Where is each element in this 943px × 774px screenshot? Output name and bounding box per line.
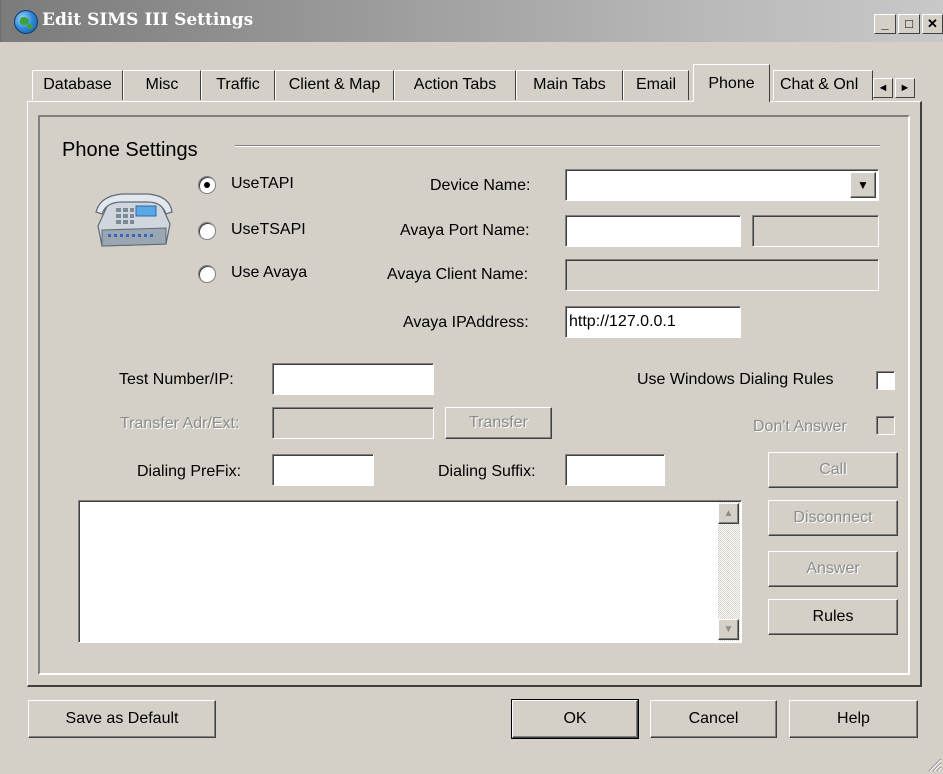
radio-use-tapi-label: UseTAPI xyxy=(231,175,294,192)
dialing-suffix-label: Dialing Suffix: xyxy=(438,463,536,480)
tab-email[interactable]: Email xyxy=(623,70,689,100)
dialing-prefix-input[interactable] xyxy=(272,454,374,486)
phone-log-textarea[interactable] xyxy=(78,500,742,643)
transfer-adr-label: Transfer Adr/Ext: xyxy=(120,415,240,432)
phone-log-text xyxy=(79,501,741,509)
test-number-label: Test Number/IP: xyxy=(119,371,234,388)
use-windows-dialing-rules-label: Use Windows Dialing Rules xyxy=(637,371,834,388)
tab-database[interactable]: Database xyxy=(32,70,123,100)
tab-chat-online[interactable]: Chat & Onl xyxy=(773,70,873,100)
help-button[interactable]: Help xyxy=(789,700,918,738)
transfer-button[interactable]: Transfer xyxy=(445,407,552,439)
dialing-prefix-label: Dialing PreFix: xyxy=(137,463,242,480)
test-number-input[interactable] xyxy=(272,363,434,395)
dont-answer-label: Don't Answer xyxy=(753,418,847,435)
scroll-down-icon[interactable]: ▼ xyxy=(718,619,739,640)
call-button[interactable]: Call xyxy=(768,452,898,488)
minimize-button[interactable]: _ xyxy=(874,14,896,34)
radio-use-avaya[interactable] xyxy=(198,265,216,283)
ok-button[interactable]: OK xyxy=(511,699,639,739)
chevron-down-icon[interactable]: ▼ xyxy=(850,172,876,198)
radio-use-tsapi[interactable] xyxy=(198,222,216,240)
tab-phone[interactable]: Phone xyxy=(693,64,770,102)
avaya-port-status-field xyxy=(752,215,879,247)
rules-button[interactable]: Rules xyxy=(768,599,898,635)
group-divider xyxy=(235,145,880,147)
tab-action-tabs[interactable]: Action Tabs xyxy=(394,70,516,100)
dont-answer-checkbox[interactable] xyxy=(876,416,895,435)
avaya-port-name-input[interactable] xyxy=(565,215,741,247)
cancel-button[interactable]: Cancel xyxy=(650,700,777,738)
avaya-client-name-input[interactable] xyxy=(565,259,879,291)
tab-scroll-right-button[interactable]: ► xyxy=(895,78,915,98)
maximize-button[interactable]: □ xyxy=(898,14,920,34)
use-windows-dialing-rules-checkbox[interactable] xyxy=(876,371,895,390)
desk-phone-icon xyxy=(95,193,173,247)
answer-button[interactable]: Answer xyxy=(768,551,898,587)
disconnect-button[interactable]: Disconnect xyxy=(768,500,898,536)
transfer-adr-input[interactable] xyxy=(272,407,434,439)
avaya-ip-input[interactable]: http://127.0.0.1 xyxy=(565,306,741,338)
tab-scroll-left-button[interactable]: ◄ xyxy=(873,78,893,98)
resize-grip-icon[interactable] xyxy=(926,756,942,772)
tab-main-tabs[interactable]: Main Tabs xyxy=(516,70,623,100)
device-name-label: Device Name: xyxy=(430,177,531,194)
avaya-ip-label: Avaya IPAddress: xyxy=(403,314,529,331)
group-title: Phone Settings xyxy=(62,139,198,161)
avaya-port-name-label: Avaya Port Name: xyxy=(400,222,530,239)
scroll-up-icon[interactable]: ▲ xyxy=(718,503,739,524)
save-as-default-button[interactable]: Save as Default xyxy=(28,700,216,738)
tab-client-map[interactable]: Client & Map xyxy=(275,70,394,100)
tab-traffic[interactable]: Traffic xyxy=(201,70,275,100)
radio-use-avaya-label: Use Avaya xyxy=(231,264,308,281)
device-name-dropdown[interactable] xyxy=(565,169,879,201)
window-title: Edit SIMS III Settings xyxy=(42,10,254,30)
radio-use-tsapi-label: UseTSAPI xyxy=(231,221,306,238)
globe-icon xyxy=(14,10,38,34)
dialing-suffix-input[interactable] xyxy=(565,454,665,486)
avaya-client-name-label: Avaya Client Name: xyxy=(387,266,529,283)
tab-misc[interactable]: Misc xyxy=(123,70,201,100)
radio-use-tapi[interactable] xyxy=(198,176,216,194)
close-button[interactable]: ✕ xyxy=(922,14,943,34)
